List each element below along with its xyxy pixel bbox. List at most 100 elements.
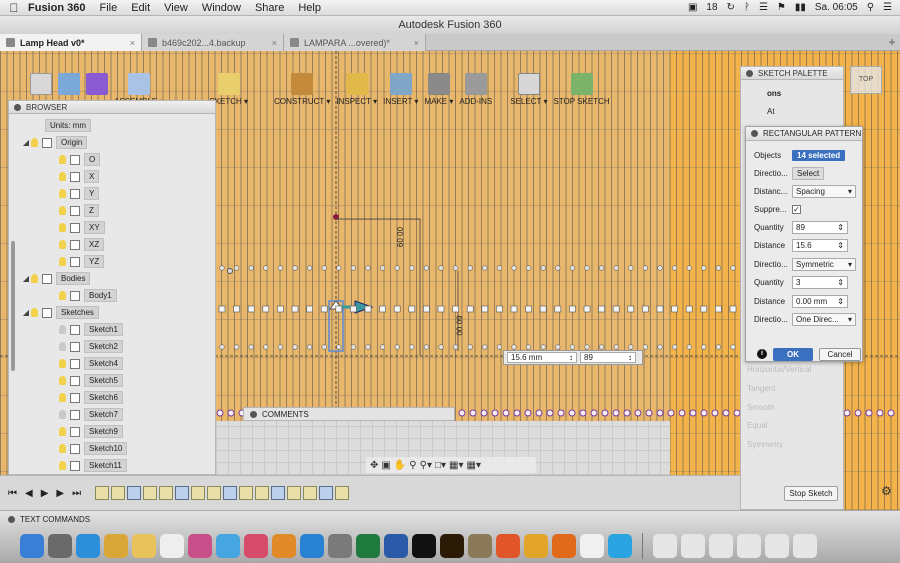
units-label[interactable]: Units: mm: [35, 118, 91, 133]
visibility-bulb-icon[interactable]: [59, 427, 66, 436]
menu-file[interactable]: File: [99, 2, 117, 14]
dimension-text-top[interactable]: 00.09: [395, 227, 404, 247]
new-tab-button[interactable]: +: [884, 34, 900, 50]
expand-toggle-icon[interactable]: ◢: [21, 308, 31, 317]
search-icon[interactable]: ⚲: [867, 2, 874, 13]
visibility-bulb-icon[interactable]: [59, 359, 66, 368]
tree-body-item[interactable]: Body1: [49, 288, 117, 303]
bluetooth-icon[interactable]: ᚹ: [744, 2, 750, 13]
pattern-row-control[interactable]: One Direc... ▾: [792, 312, 856, 326]
number-input[interactable]: 3 ⇕: [792, 275, 848, 289]
status-badge[interactable]: 18: [706, 2, 717, 13]
visibility-bulb-icon[interactable]: [59, 172, 66, 181]
constraint-equal[interactable]: Equal: [747, 421, 767, 430]
tree-sketch-item[interactable]: Sketch9: [49, 424, 123, 439]
visibility-bulb-icon[interactable]: [59, 444, 66, 453]
collapse-icon[interactable]: [8, 516, 15, 523]
ibooks-icon[interactable]: [272, 533, 296, 558]
firefox-icon[interactable]: [552, 533, 576, 558]
excel-icon[interactable]: [356, 533, 380, 558]
timeline-feature-icon[interactable]: [207, 486, 222, 500]
constraint-smooth[interactable]: Smooth: [747, 403, 775, 412]
illustrator-icon[interactable]: [440, 533, 464, 558]
timeline-feature-icon[interactable]: [239, 486, 254, 500]
tree-sketch-item[interactable]: Sketch7: [49, 407, 123, 422]
visibility-bulb-icon[interactable]: [59, 376, 66, 385]
orbit-icon[interactable]: ✥: [370, 460, 378, 471]
view-cube[interactable]: TOP: [850, 66, 882, 94]
timeline-feature-icon[interactable]: [223, 486, 238, 500]
stack3-icon[interactable]: [765, 533, 789, 558]
close-icon[interactable]: ×: [414, 38, 419, 48]
word-icon[interactable]: [384, 533, 408, 558]
inline-distance-input[interactable]: 15.6 mm ↕: [507, 352, 577, 363]
pattern-row-control[interactable]: Symmetric ▾: [792, 257, 856, 271]
suppress-checkbox[interactable]: ✓: [792, 204, 801, 214]
dimension-text-side[interactable]: 00.09: [456, 315, 465, 335]
pattern-row-control[interactable]: Spacing ▾: [792, 184, 856, 198]
cancel-button[interactable]: Cancel: [819, 348, 861, 361]
visibility-bulb-icon[interactable]: [59, 393, 66, 402]
notes-icon[interactable]: [132, 533, 156, 558]
stack2-icon[interactable]: [737, 533, 761, 558]
visibility-bulb-icon[interactable]: [31, 308, 38, 317]
stepper-icon[interactable]: ⇕: [837, 241, 844, 250]
app-name[interactable]: Fusion 360: [28, 2, 85, 14]
reminders-icon[interactable]: [160, 533, 184, 558]
gimp-icon[interactable]: [468, 533, 492, 558]
downloads-icon[interactable]: [653, 533, 677, 558]
comments-panel[interactable]: COMMENTS: [243, 407, 455, 421]
expand-toggle-icon[interactable]: ◢: [21, 274, 31, 283]
wifi-icon[interactable]: ☰: [759, 2, 768, 13]
visibility-bulb-icon[interactable]: [59, 257, 66, 266]
dropdown[interactable]: One Direc... ▾: [792, 312, 856, 326]
tree-origin-item[interactable]: O: [49, 152, 101, 167]
documents-icon[interactable]: [681, 533, 705, 558]
safari-icon[interactable]: [76, 533, 100, 558]
sketch-palette-header[interactable]: SKETCH PALETTE: [741, 67, 843, 80]
step-forward-icon[interactable]: ▶: [56, 488, 64, 499]
ok-button[interactable]: OK: [773, 348, 813, 361]
messages-icon[interactable]: [216, 533, 240, 558]
info-icon[interactable]: i: [757, 349, 767, 359]
menu-view[interactable]: View: [164, 2, 188, 14]
visibility-bulb-icon[interactable]: [31, 138, 38, 147]
visibility-bulb-icon[interactable]: [59, 325, 66, 334]
pan-icon[interactable]: ✋: [394, 460, 406, 471]
stepper-icon[interactable]: ⇕: [837, 297, 844, 306]
stepper-icon[interactable]: ⇕: [837, 223, 844, 232]
viewport-icon[interactable]: ▦▾: [467, 460, 481, 471]
go-to-start-icon[interactable]: ⏮: [8, 488, 17, 499]
battery-icon[interactable]: ▮▮: [795, 2, 806, 13]
number-input[interactable]: 0.00 mm ⇕: [792, 294, 848, 308]
number-input[interactable]: 89 ⇕: [792, 220, 848, 234]
tree-sketch-item[interactable]: Sketch1: [49, 322, 123, 337]
menu-help[interactable]: Help: [298, 2, 321, 14]
tree-sketch-item[interactable]: Sketch5: [49, 373, 123, 388]
terminal-icon[interactable]: [412, 533, 436, 558]
collapse-icon[interactable]: [14, 104, 21, 111]
go-to-end-icon[interactable]: ⏭: [72, 488, 81, 499]
dropdown[interactable]: Spacing ▾: [792, 184, 856, 198]
finder-icon[interactable]: [20, 533, 44, 558]
rectangular-pattern-header[interactable]: RECTANGULAR PATTERN: [746, 127, 862, 141]
tree-bodies[interactable]: ◢ Bodies: [21, 271, 91, 286]
constraint-horizontal-vertical[interactable]: Horizontal/Vertical: [747, 365, 811, 374]
tree-sketches[interactable]: ◢ Sketches: [21, 305, 99, 320]
visibility-bulb-icon[interactable]: [59, 461, 66, 470]
visibility-bulb-icon[interactable]: [59, 342, 66, 351]
visibility-bulb-icon[interactable]: [59, 240, 66, 249]
timeline-feature-icon[interactable]: [175, 486, 190, 500]
timeline-feature-icon[interactable]: [303, 486, 318, 500]
close-icon[interactable]: ×: [130, 38, 135, 48]
calendar-icon[interactable]: [580, 533, 604, 558]
stepper-icon[interactable]: ↕: [569, 353, 573, 362]
tree-sketch-item[interactable]: Sketch10: [49, 441, 128, 456]
collapse-icon[interactable]: [746, 70, 753, 77]
expand-toggle-icon[interactable]: ◢: [21, 138, 31, 147]
timeline-feature-icon[interactable]: [95, 486, 110, 500]
tree-origin-item[interactable]: XY: [49, 220, 105, 235]
chrome-icon[interactable]: [524, 533, 548, 558]
tree-origin[interactable]: ◢ Origin: [21, 135, 88, 150]
settings-gear-icon[interactable]: ⚙: [881, 484, 892, 498]
